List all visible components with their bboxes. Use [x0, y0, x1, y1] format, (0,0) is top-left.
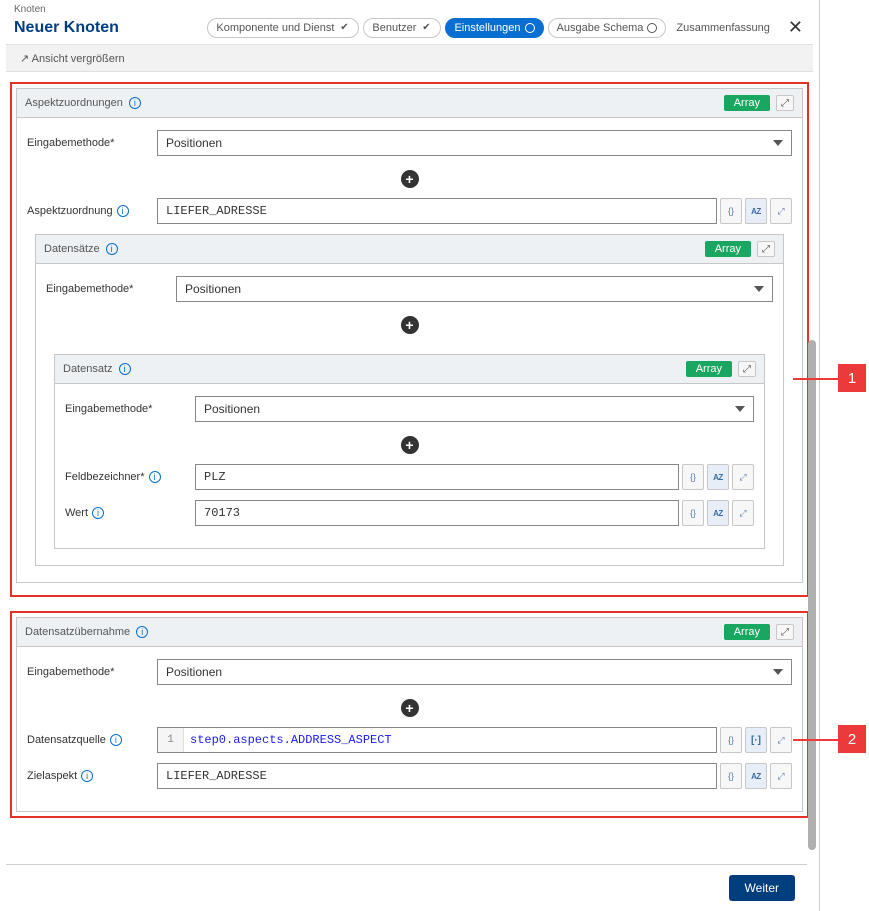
- sort-button[interactable]: AZ: [707, 464, 729, 490]
- add-item-button[interactable]: +: [401, 170, 419, 188]
- code-mode-button[interactable]: {}: [682, 500, 704, 526]
- code-mode-button[interactable]: {}: [720, 763, 742, 789]
- info-icon[interactable]: i: [106, 243, 118, 255]
- info-icon[interactable]: i: [136, 626, 148, 638]
- label-aspektzuordnung: Aspektzuordnung: [27, 205, 113, 217]
- panel-title: Datensätze: [44, 243, 100, 255]
- sort-button[interactable]: AZ: [707, 500, 729, 526]
- panel-title: Aspektzuordnungen: [25, 97, 123, 109]
- callout-line-2: [793, 739, 838, 741]
- info-icon[interactable]: i: [119, 363, 131, 375]
- expand-icon[interactable]: ⤢: [738, 361, 756, 377]
- wizard-step-einstellungen[interactable]: Einstellungen: [445, 18, 543, 38]
- array-badge: Array: [724, 624, 770, 640]
- wizard-step-ausgabe[interactable]: Ausgabe Schema: [548, 18, 667, 38]
- sort-button[interactable]: AZ: [745, 763, 767, 789]
- line-number: 1: [158, 728, 184, 752]
- panel-title: Datensatz: [63, 363, 113, 375]
- info-icon[interactable]: i: [149, 471, 161, 483]
- array-badge: Array: [724, 95, 770, 111]
- eingabemethode-select[interactable]: Positionen: [157, 659, 792, 685]
- breadcrumb: Knoten: [0, 0, 819, 15]
- expand-field-button[interactable]: ⤢: [770, 763, 792, 789]
- panel-title: Datensatzübernahme: [25, 626, 130, 638]
- sort-button[interactable]: AZ: [745, 198, 767, 224]
- info-icon[interactable]: i: [81, 770, 93, 782]
- expand-view-link[interactable]: ↗ Ansicht vergrößern: [20, 53, 125, 65]
- add-item-button[interactable]: +: [401, 699, 419, 717]
- callout-line-1: [793, 378, 838, 380]
- expand-field-button[interactable]: ⤢: [770, 727, 792, 753]
- next-button[interactable]: Weiter: [729, 875, 795, 901]
- expand-icon[interactable]: ⤢: [776, 95, 794, 111]
- label-wert: Wert: [65, 507, 88, 519]
- label-eingabemethode: Eingabemethode*: [65, 403, 195, 415]
- wizard-step-zusammenfassung[interactable]: Zusammenfassung: [670, 19, 776, 37]
- highlight-box-1: Aspektzuordnungen i Array ⤢ Eingabemetho…: [10, 82, 809, 597]
- callout-2: 2: [838, 725, 866, 753]
- add-item-button[interactable]: +: [401, 316, 419, 334]
- datensatzquelle-input[interactable]: 1 step0.aspects.ADDRESS_ASPECT: [157, 727, 717, 753]
- callout-1: 1: [838, 364, 866, 392]
- wizard-step-benutzer[interactable]: Benutzer ✔: [363, 18, 441, 38]
- highlight-box-2: Datensatzübernahme i Array ⤢ Eingabemeth…: [10, 611, 809, 818]
- info-icon[interactable]: i: [129, 97, 141, 109]
- scrollbar[interactable]: [808, 340, 816, 850]
- panel-aspektzuordnungen: Aspektzuordnungen i Array ⤢ Eingabemetho…: [16, 88, 803, 583]
- label-feldbezeichner: Feldbezeichner*: [65, 471, 145, 483]
- close-icon[interactable]: ✕: [784, 17, 807, 38]
- info-icon[interactable]: i: [92, 507, 104, 519]
- label-datensatzquelle: Datensatzquelle: [27, 734, 106, 746]
- label-zielaspekt: Zielaspekt: [27, 770, 77, 782]
- expand-icon[interactable]: ⤢: [757, 241, 775, 257]
- array-badge: Array: [705, 241, 751, 257]
- brackets-button[interactable]: [·]: [745, 727, 767, 753]
- aspektzuordnung-input[interactable]: [157, 198, 717, 224]
- circle-icon: [525, 23, 535, 33]
- code-mode-button[interactable]: {}: [682, 464, 704, 490]
- eingabemethode-select[interactable]: Positionen: [176, 276, 773, 302]
- array-badge: Array: [686, 361, 732, 377]
- wert-input[interactable]: [195, 500, 679, 526]
- label-eingabemethode: Eingabemethode*: [27, 666, 157, 678]
- expand-field-button[interactable]: ⤢: [770, 198, 792, 224]
- eingabemethode-select[interactable]: Positionen: [195, 396, 754, 422]
- footer-bar: Weiter: [6, 864, 807, 911]
- info-icon[interactable]: i: [110, 734, 122, 746]
- code-mode-button[interactable]: {}: [720, 727, 742, 753]
- info-icon[interactable]: i: [117, 205, 129, 217]
- toolbar: ↗ Ansicht vergrößern: [6, 44, 813, 72]
- page-title: Neuer Knoten: [14, 19, 119, 37]
- wizard-step-komponente[interactable]: Komponente und Dienst ✔: [207, 18, 359, 38]
- check-icon: ✔: [420, 22, 432, 34]
- panel-datensatzuebernahme: Datensatzübernahme i Array ⤢ Eingabemeth…: [16, 617, 803, 812]
- panel-datensatz: Datensatz i Array ⤢ Eingabemethode*: [54, 354, 765, 549]
- panel-datensaetze: Datensätze i Array ⤢ Eingabemethode*: [35, 234, 784, 566]
- check-icon: ✔: [338, 22, 350, 34]
- eingabemethode-select[interactable]: Positionen: [157, 130, 792, 156]
- expand-field-button[interactable]: ⤢: [732, 500, 754, 526]
- circle-icon: [647, 23, 657, 33]
- code-mode-button[interactable]: {}: [720, 198, 742, 224]
- wizard-steps: Komponente und Dienst ✔ Benutzer ✔ Einst…: [207, 17, 807, 38]
- feldbezeichner-input[interactable]: [195, 464, 679, 490]
- label-eingabemethode: Eingabemethode*: [46, 283, 176, 295]
- zielaspekt-input[interactable]: [157, 763, 717, 789]
- expand-field-button[interactable]: ⤢: [732, 464, 754, 490]
- expand-icon[interactable]: ⤢: [776, 624, 794, 640]
- label-eingabemethode: Eingabemethode*: [27, 137, 157, 149]
- add-item-button[interactable]: +: [401, 436, 419, 454]
